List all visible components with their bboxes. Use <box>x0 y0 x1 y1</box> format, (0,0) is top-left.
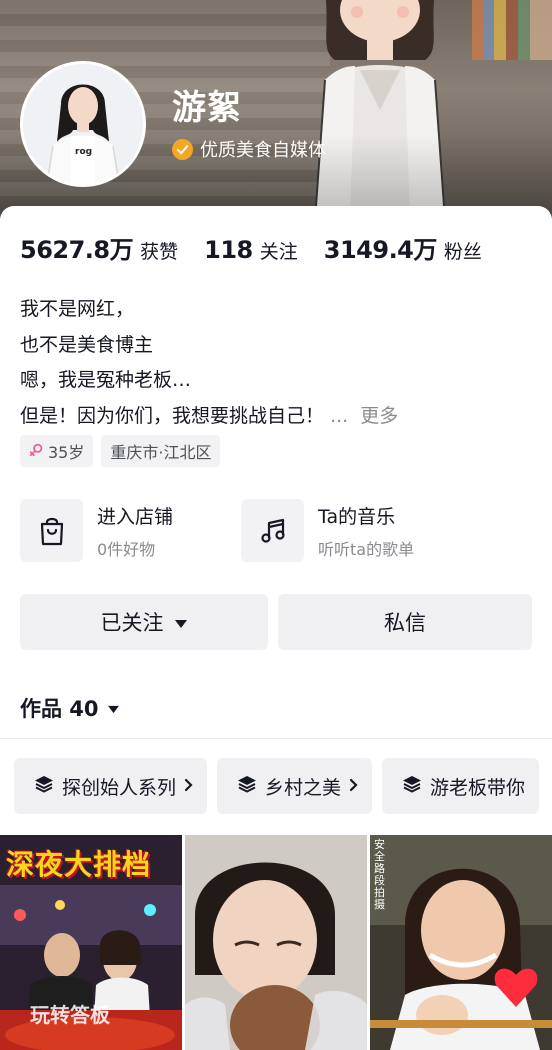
verification-text: 优质美食自媒体 <box>200 140 326 161</box>
layers-icon <box>237 775 257 798</box>
collection-chip-label: 游老板带你 <box>430 776 526 799</box>
stat-followers-value: 3149.4万 <box>323 236 438 264</box>
collection-chip[interactable]: 乡村之美 <box>217 758 373 814</box>
age-tag: 35岁 <box>20 435 94 467</box>
caret-down-icon <box>107 699 120 718</box>
message-button[interactable]: 私信 <box>278 594 532 650</box>
music-entry-title: Ta的音乐 <box>318 505 396 528</box>
chevron-right-icon <box>349 775 358 797</box>
video-caption: 深夜大排档 <box>6 848 152 881</box>
bio-more-link[interactable]: 更多 <box>360 405 398 427</box>
age-tag-text: 35岁 <box>48 443 85 462</box>
works-tab-label: 作品 40 <box>20 697 99 721</box>
video-watermark: 玩转答板 <box>30 1003 110 1027</box>
profile-nickname: 游絮 <box>172 88 242 128</box>
collection-chip-label: 乡村之美 <box>265 776 342 799</box>
video-thumbnail[interactable] <box>185 835 367 1050</box>
bio-line: 我不是网红， <box>20 298 135 320</box>
collection-chip[interactable]: 探创始人系列 <box>14 758 208 814</box>
shop-entry-title: 进入店铺 <box>97 505 174 528</box>
verified-check-icon <box>172 138 193 160</box>
avatar-photo: rog <box>23 64 143 184</box>
music-entry-subtitle: 听听ta的歌单 <box>318 539 415 559</box>
banner-bookshelf <box>472 0 552 60</box>
video-caption: 安全路段拍摄 <box>374 838 385 911</box>
bio-line: 也不是美食博主 <box>20 333 154 356</box>
stat-followers[interactable]: 3149.4万 粉丝 <box>324 230 482 265</box>
avatar[interactable]: rog <box>20 61 146 187</box>
bio-line: 但是！因为你们，我想要挑战自己！ <box>20 404 325 427</box>
stat-following[interactable]: 118 关注 <box>204 236 298 264</box>
video-grid: 深夜大排档 玩转答板 安全路段拍摄 <box>0 835 552 1050</box>
location-tag: 重庆市·江北区 <box>101 435 221 467</box>
music-entry[interactable]: Ta的音乐 听听ta的歌单 <box>241 499 462 562</box>
layers-icon <box>402 775 422 798</box>
followed-button-label: 已关注 <box>100 611 164 635</box>
profile-bio[interactable]: 我不是网红， 也不是美食博主 嗯，我是冤种老板… 但是！因为你们，我想要挑战自己… <box>20 292 398 434</box>
profile-tags: 35岁 重庆市·江北区 <box>20 435 221 467</box>
video-thumbnail-image <box>370 835 552 1050</box>
profile-entries: 进入店铺 0件好物 Ta的音乐 听听ta的歌单 <box>20 499 462 562</box>
location-tag-text: 重庆市·江北区 <box>110 443 212 462</box>
shop-entry[interactable]: 进入店铺 0件好物 <box>20 499 241 562</box>
bio-line: 嗯，我是冤种老板… <box>20 369 192 391</box>
message-button-label: 私信 <box>384 611 426 635</box>
svg-text:rog: rog <box>75 147 92 157</box>
music-entry-text: Ta的音乐 听听ta的歌单 <box>318 502 414 560</box>
followed-button[interactable]: 已关注 <box>20 594 268 650</box>
bio-line-last: 但是！因为你们，我想要挑战自己！ ... 更多 <box>20 399 398 435</box>
verification-badge: 优质美食自媒体 <box>172 136 326 162</box>
stat-following-label: 关注 <box>259 241 298 263</box>
caret-down-icon <box>174 610 188 634</box>
shop-entry-text: 进入店铺 0件好物 <box>97 502 173 560</box>
works-tab[interactable]: 作品 40 <box>20 693 120 723</box>
stat-following-value: 118 <box>204 236 253 264</box>
profile-actions: 已关注 私信 <box>20 594 532 650</box>
collection-chip[interactable]: 游老板带你 <box>382 758 540 814</box>
chevron-right-icon <box>184 775 193 797</box>
collection-chip-label: 探创始人系列 <box>62 776 177 799</box>
profile-stats: 5627.8万 获赞 118 关注 3149.4万 粉丝 <box>20 230 508 265</box>
video-thumbnail-image <box>185 835 367 1050</box>
shopping-bag-icon <box>20 499 83 562</box>
video-thumbnail[interactable]: 深夜大排档 玩转答板 <box>0 835 182 1050</box>
stat-likes-value: 5627.8万 <box>20 236 134 264</box>
stat-likes-label: 获赞 <box>140 241 179 263</box>
layers-icon <box>34 775 54 798</box>
stat-likes[interactable]: 5627.8万 获赞 <box>20 230 178 265</box>
stat-followers-label: 粉丝 <box>443 241 482 263</box>
music-note-icon <box>241 499 304 562</box>
female-icon <box>29 442 43 461</box>
section-divider <box>0 738 552 739</box>
video-thumbnail[interactable]: 安全路段拍摄 <box>370 835 552 1050</box>
collection-chips: 探创始人系列 乡村之美 游老板带你 <box>14 758 552 814</box>
shop-entry-subtitle: 0件好物 <box>97 539 156 559</box>
profile-panel: 5627.8万 获赞 118 关注 3149.4万 粉丝 我不是网红， 也不是美… <box>0 206 552 1050</box>
bio-ellipsis: ... <box>330 404 349 427</box>
